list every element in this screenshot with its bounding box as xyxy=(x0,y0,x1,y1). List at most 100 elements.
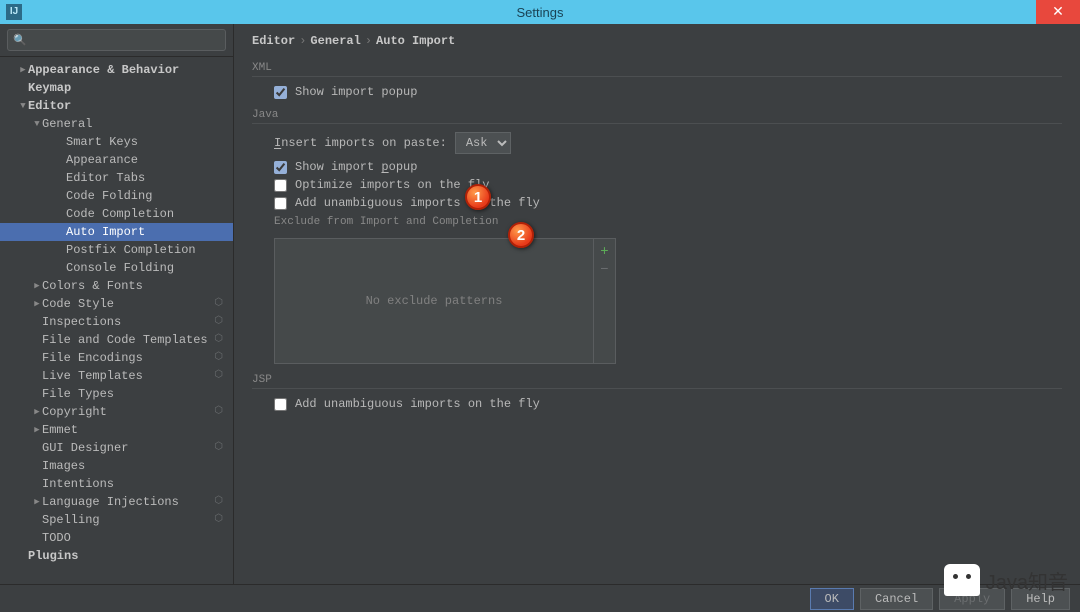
tree-item-label: General xyxy=(42,115,92,133)
tree-item[interactable]: Postfix Completion xyxy=(0,241,233,259)
tree-item[interactable]: ▶Copyright⬡ xyxy=(0,403,233,421)
tree-item-label: Images xyxy=(42,457,85,475)
xml-show-import-popup-checkbox[interactable] xyxy=(274,86,287,99)
tree-item[interactable]: ▶Colors & Fonts xyxy=(0,277,233,295)
tree-item-label: Language Injections xyxy=(42,493,179,511)
tree-item[interactable]: File Types xyxy=(0,385,233,403)
tree-item[interactable]: Spelling⬡ xyxy=(0,511,233,529)
tree-item[interactable]: File and Code Templates⬡ xyxy=(0,331,233,349)
settings-tree[interactable]: ▶Appearance & BehaviorKeymap▼Editor▼Gene… xyxy=(0,57,233,584)
search-icon: 🔍 xyxy=(13,34,27,47)
tree-item-label: GUI Designer xyxy=(42,439,128,457)
app-icon: IJ xyxy=(6,4,22,20)
tree-item-label: Inspections xyxy=(42,313,121,331)
sidebar: 🔍 ▶Appearance & BehaviorKeymap▼Editor▼Ge… xyxy=(0,24,234,584)
annotation-marker-2: 2 xyxy=(508,222,534,248)
tree-item[interactable]: Editor Tabs xyxy=(0,169,233,187)
gear-icon: ⬡ xyxy=(214,439,223,457)
tree-item-label: Emmet xyxy=(42,421,78,439)
tree-item-label: Intentions xyxy=(42,475,114,493)
add-unambiguous-checkbox[interactable] xyxy=(274,197,287,210)
tree-item[interactable]: ▶Appearance & Behavior xyxy=(0,61,233,79)
tree-item[interactable]: ▼Editor xyxy=(0,97,233,115)
jsp-add-unambiguous-checkbox[interactable] xyxy=(274,398,287,411)
section-jsp: JSP xyxy=(252,374,1062,389)
gear-icon: ⬡ xyxy=(214,403,223,421)
tree-item[interactable]: Plugins xyxy=(0,547,233,565)
xml-show-import-popup-label: Show import popup xyxy=(295,85,417,99)
search-wrap: 🔍 xyxy=(0,24,233,57)
optimize-imports-label: Optimize imports on the fly xyxy=(295,178,489,192)
tree-item[interactable]: Appearance xyxy=(0,151,233,169)
window-title: Settings xyxy=(517,5,564,20)
exclude-empty: No exclude patterns xyxy=(275,239,593,363)
watermark: Java知音 xyxy=(944,564,1068,596)
annotation-marker-1: 1 xyxy=(465,184,491,210)
tree-item[interactable]: Auto Import xyxy=(0,223,233,241)
tree-item-label: TODO xyxy=(42,529,71,547)
gear-icon: ⬡ xyxy=(214,367,223,385)
gear-icon: ⬡ xyxy=(214,349,223,367)
tree-item-label: Editor xyxy=(28,97,71,115)
java-show-import-popup-checkbox[interactable] xyxy=(274,161,287,174)
tree-item[interactable]: TODO xyxy=(0,529,233,547)
main-panel: Editor›General›Auto Import XML Show impo… xyxy=(234,24,1080,584)
tree-item[interactable]: Smart Keys xyxy=(0,133,233,151)
content: 🔍 ▶Appearance & BehaviorKeymap▼Editor▼Ge… xyxy=(0,24,1080,584)
tree-item-label: Spelling xyxy=(42,511,100,529)
tree-item-label: File Encodings xyxy=(42,349,143,367)
footer: OK Cancel Apply Help xyxy=(0,584,1080,612)
gear-icon: ⬡ xyxy=(214,331,223,349)
tree-item-label: File Types xyxy=(42,385,114,403)
gear-icon: ⬡ xyxy=(214,313,223,331)
tree-item-label: Editor Tabs xyxy=(66,169,145,187)
tree-item-label: Plugins xyxy=(28,547,78,565)
gear-icon: ⬡ xyxy=(214,295,223,313)
tree-item[interactable]: Images xyxy=(0,457,233,475)
tree-item[interactable]: ▶Code Style⬡ xyxy=(0,295,233,313)
tree-item-label: Code Style xyxy=(42,295,114,313)
breadcrumb: Editor›General›Auto Import xyxy=(252,34,1062,48)
tree-item-label: Appearance & Behavior xyxy=(28,61,179,79)
gear-icon: ⬡ xyxy=(214,493,223,511)
tree-item[interactable]: ▼General xyxy=(0,115,233,133)
add-icon[interactable]: + xyxy=(600,243,608,261)
jsp-add-unambiguous-label: Add unambiguous imports on the fly xyxy=(295,397,540,411)
tree-item[interactable]: Intentions xyxy=(0,475,233,493)
tree-item[interactable]: Code Folding xyxy=(0,187,233,205)
optimize-imports-checkbox[interactable] xyxy=(274,179,287,192)
tree-item-label: Copyright xyxy=(42,403,107,421)
java-show-import-popup-label: Show import popup xyxy=(295,160,417,174)
tree-item[interactable]: File Encodings ⬡ xyxy=(0,349,233,367)
cancel-button[interactable]: Cancel xyxy=(860,588,933,610)
add-unambiguous-label: Add unambiguous imports on the fly xyxy=(295,196,540,210)
tree-item[interactable]: ▶Language Injections⬡ xyxy=(0,493,233,511)
exclude-label: Exclude from Import and Completion xyxy=(274,216,1062,230)
tree-item-label: Colors & Fonts xyxy=(42,277,143,295)
tree-item-label: Code Folding xyxy=(66,187,152,205)
tree-item-label: Postfix Completion xyxy=(66,241,196,259)
tree-item[interactable]: Code Completion xyxy=(0,205,233,223)
tree-item[interactable]: Console Folding xyxy=(0,259,233,277)
section-xml: XML xyxy=(252,62,1062,77)
tree-item-label: Code Completion xyxy=(66,205,174,223)
insert-imports-select[interactable]: Ask xyxy=(455,132,511,154)
tree-item-label: Smart Keys xyxy=(66,133,138,151)
tree-item[interactable]: Inspections ⬡ xyxy=(0,313,233,331)
remove-icon[interactable]: − xyxy=(600,261,608,279)
tree-item[interactable]: Keymap xyxy=(0,79,233,97)
tree-item[interactable]: GUI Designer ⬡ xyxy=(0,439,233,457)
search-input[interactable] xyxy=(7,29,226,51)
section-java: Java xyxy=(252,109,1062,124)
titlebar: IJ Settings ✕ xyxy=(0,0,1080,24)
tree-item-label: Auto Import xyxy=(66,223,145,241)
tree-item-label: Live Templates xyxy=(42,367,143,385)
tree-item-label: Console Folding xyxy=(66,259,174,277)
wechat-icon xyxy=(944,564,980,596)
close-button[interactable]: ✕ xyxy=(1036,0,1080,24)
ok-button[interactable]: OK xyxy=(810,588,854,610)
tree-item[interactable]: Live Templates ⬡ xyxy=(0,367,233,385)
tree-item[interactable]: ▶Emmet xyxy=(0,421,233,439)
insert-imports-label: Insert imports on paste: xyxy=(274,136,447,150)
tree-item-label: Appearance xyxy=(66,151,138,169)
